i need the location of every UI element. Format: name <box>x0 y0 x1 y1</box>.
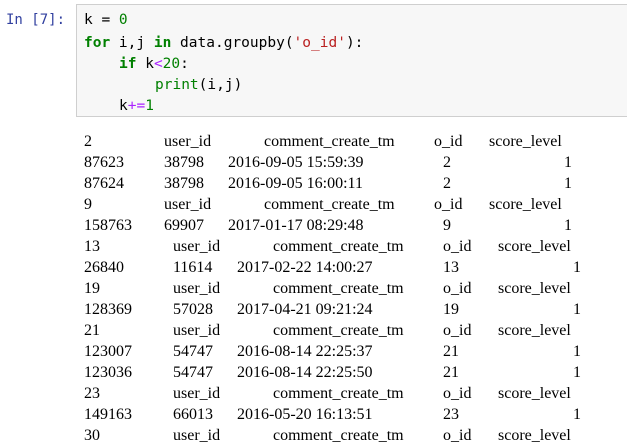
output-cell: 2016-09-05 15:59:39 <box>228 154 364 171</box>
output-cell: 2016-08-14 22:25:50 <box>237 364 373 381</box>
output-cell: 158763 <box>84 217 132 234</box>
output-cell: score_level <box>498 385 571 402</box>
output-cell: 54747 <box>173 364 213 381</box>
code-token: i,j <box>110 35 154 51</box>
output-cell: 149163 <box>84 406 132 423</box>
output-cell: score_level <box>498 322 571 339</box>
output-cell: 2 <box>443 154 451 171</box>
output-cell: 2017-02-22 14:00:27 <box>237 259 373 276</box>
output-cell: 2016-09-05 16:00:11 <box>228 175 363 192</box>
code-token: k = <box>84 12 119 28</box>
code-token: 1 <box>145 98 154 114</box>
output-cell: 13 <box>443 259 459 276</box>
code-token: < <box>153 56 163 72</box>
code-token: if <box>119 56 137 72</box>
output-cell: 1 <box>564 175 572 192</box>
output-cell: score_level <box>498 427 571 444</box>
output-cell: o_id <box>434 133 463 150</box>
output-cell: 19 <box>84 280 100 297</box>
output-cell: 21 <box>443 364 459 381</box>
output-cell: o_id <box>443 280 472 297</box>
output-cell: o_id <box>434 196 463 213</box>
output-cell: o_id <box>443 427 472 444</box>
output-cell: 38798 <box>164 175 204 192</box>
code-line-1: k = 0 <box>84 10 128 31</box>
output-cell: o_id <box>443 385 472 402</box>
output-cell: 2017-01-17 08:29:48 <box>228 217 364 234</box>
output-cell: 9 <box>443 217 451 234</box>
output-cell: 1 <box>564 217 572 234</box>
code-token: print <box>155 77 199 93</box>
code-line-2: for i,j in data.groupby('o_id'): <box>84 33 363 54</box>
output-cell: 23 <box>443 406 459 423</box>
output-cell: 1 <box>573 364 581 381</box>
code-token: data.groupby( <box>171 35 294 51</box>
code-token: 0 <box>118 12 128 28</box>
output-cell: 128369 <box>84 301 132 318</box>
code-token: 'o_id' <box>293 35 346 51</box>
output-cell: 26840 <box>84 259 124 276</box>
output-cell: user_id <box>173 280 221 297</box>
code-token: for <box>84 35 111 51</box>
output-cell: user_id <box>164 133 212 150</box>
output-cell: 21 <box>443 343 459 360</box>
output-cell: 87624 <box>84 175 124 192</box>
code-token: ): <box>345 35 364 51</box>
output-cell: comment_create_tm <box>273 385 404 402</box>
output-cell: user_id <box>173 385 221 402</box>
output-cell: user_id <box>164 196 212 213</box>
output-cell: 2 <box>443 175 451 192</box>
output-cell: o_id <box>443 322 472 339</box>
output-cell: comment_create_tm <box>273 427 404 444</box>
output-cell: 1 <box>573 259 581 276</box>
output-cell: user_id <box>173 427 221 444</box>
code-token: in <box>153 35 172 51</box>
output-cell: comment_create_tm <box>273 280 404 297</box>
output-cell: 19 <box>443 301 459 318</box>
output-cell: 2016-05-20 16:13:51 <box>237 406 373 423</box>
code-line-3: if k<20: <box>119 54 189 75</box>
output-cell: user_id <box>173 322 221 339</box>
output-cell: 123036 <box>84 364 132 381</box>
output-cell: 66013 <box>173 406 213 423</box>
output-cell: 30 <box>84 427 100 444</box>
code-token: k <box>119 98 128 114</box>
output-cell: 54747 <box>173 343 213 360</box>
output-cell: score_level <box>489 133 562 150</box>
output-cell: comment_create_tm <box>273 238 404 255</box>
code-line-4: print(i,j) <box>155 75 242 96</box>
output-cell: 2 <box>84 133 92 150</box>
output-cell: 2017-04-21 09:21:24 <box>237 301 373 318</box>
code-token: += <box>127 98 146 114</box>
output-cell: 11614 <box>173 259 213 276</box>
output-cell: 23 <box>84 385 100 402</box>
output-cell: comment_create_tm <box>273 322 404 339</box>
output-cell: comment_create_tm <box>264 196 395 213</box>
output-cell: 1 <box>573 301 581 318</box>
output-cell: score_level <box>498 238 571 255</box>
output-cell: 38798 <box>164 154 204 171</box>
output-cell: 1 <box>573 343 581 360</box>
output-cell: user_id <box>173 238 221 255</box>
output-cell: o_id <box>443 238 472 255</box>
output-cell: 13 <box>84 238 100 255</box>
output-cell: comment_create_tm <box>264 133 395 150</box>
code-token: : <box>180 56 189 72</box>
output-cell: 21 <box>84 322 100 339</box>
output-cell: 69907 <box>164 217 204 234</box>
output-cell: 123007 <box>84 343 132 360</box>
output-cell: score_level <box>498 280 571 297</box>
output-cell: 57028 <box>173 301 213 318</box>
input-prompt: In [7]: <box>6 12 66 28</box>
output-cell: 9 <box>84 196 92 213</box>
code-line-5: k+=1 <box>119 96 154 117</box>
output-cell: 2016-08-14 22:25:37 <box>237 343 373 360</box>
code-token: (i,j) <box>198 77 243 93</box>
output-cell: 1 <box>564 154 572 171</box>
output-cell: 1 <box>573 406 581 423</box>
code-token: k <box>136 56 154 72</box>
code-token: 20 <box>162 56 181 72</box>
output-cell: 87623 <box>84 154 124 171</box>
output-cell: score_level <box>489 196 562 213</box>
